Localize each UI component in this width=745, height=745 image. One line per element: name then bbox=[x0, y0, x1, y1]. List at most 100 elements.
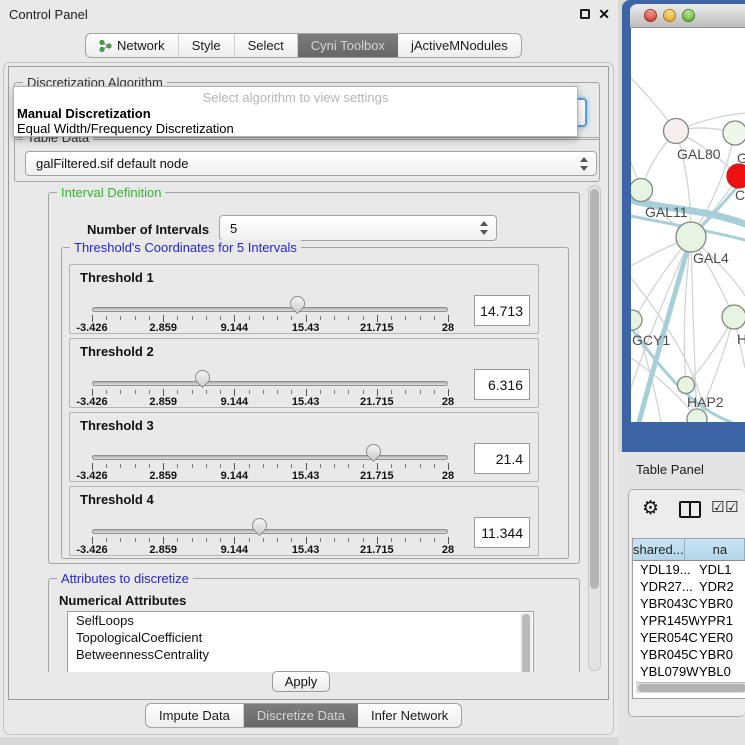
tab-cyni-toolbox[interactable]: Cyni Toolbox bbox=[298, 34, 398, 57]
cell-shared-name: YER054C bbox=[633, 630, 699, 645]
table-data-combo[interactable]: galFiltered.sif default node bbox=[25, 151, 597, 176]
table-row[interactable]: YBL079WYBL0 bbox=[633, 663, 745, 680]
threshold-row: Threshold 2 -3.4262.8599.14415.4321.7152… bbox=[69, 338, 539, 408]
zoom-traffic-light[interactable] bbox=[682, 9, 695, 22]
control-panel-titlebar: Control Panel ✕ bbox=[0, 0, 618, 28]
combo-spinner-icon bbox=[478, 221, 490, 235]
threshold-slider-track[interactable] bbox=[92, 529, 448, 534]
threshold-slider-track[interactable] bbox=[92, 307, 448, 312]
node-hap2[interactable] bbox=[678, 377, 695, 394]
cell-name: YBL0 bbox=[699, 664, 745, 679]
node-h[interactable] bbox=[722, 305, 745, 329]
node-label-partial-h: H bbox=[737, 331, 745, 347]
attribute-item[interactable]: TopologicalCoefficient bbox=[68, 629, 533, 646]
threshold-value-box[interactable]: 11.344 bbox=[474, 517, 530, 548]
threshold-slider-track[interactable] bbox=[92, 381, 448, 386]
table-hscrollbar-thumb[interactable] bbox=[638, 684, 745, 692]
column-header-name[interactable]: na bbox=[685, 539, 745, 560]
numerical-attributes-list[interactable]: SelfLoopsTopologicalCoefficientBetweenne… bbox=[67, 611, 534, 672]
node-top-right[interactable] bbox=[723, 121, 745, 145]
network-canvas[interactable]: GAL80 G C GAL11 GAL4 GCY1 H HAP2 bbox=[631, 28, 745, 422]
checkbox-icon[interactable]: ☑ bbox=[711, 498, 724, 516]
interval-definition-group: Interval Definition Number of Intervals … bbox=[48, 192, 580, 564]
threshold-slider-track[interactable] bbox=[92, 455, 448, 460]
table-panel: Table Panel ⚙ ☑ ☑ shared... na YDL19...Y… bbox=[618, 452, 745, 745]
table-row[interactable]: YER054CYER0 bbox=[633, 629, 745, 646]
network-window-titlebar bbox=[630, 4, 745, 28]
node-red[interactable] bbox=[727, 164, 745, 188]
node-gal80[interactable] bbox=[664, 119, 689, 144]
threshold-row: Threshold 3 -3.4262.8599.14415.4321.7152… bbox=[69, 412, 539, 482]
cell-shared-name: YBR043C bbox=[633, 596, 699, 611]
split-columns-icon[interactable] bbox=[679, 501, 701, 518]
settings-vertical-scrollbar[interactable] bbox=[588, 185, 601, 671]
tab-network-label: Network bbox=[117, 38, 165, 53]
tab-discretize-label: Discretize Data bbox=[257, 708, 345, 723]
threshold-row: Threshold 1 -3.4262.8599.14415.4321.7152… bbox=[69, 264, 539, 334]
float-window-icon[interactable] bbox=[580, 9, 590, 19]
attribute-item[interactable]: SelfLoops bbox=[68, 612, 533, 629]
cell-name: YDL1 bbox=[699, 562, 745, 577]
tab-discretize-data[interactable]: Discretize Data bbox=[244, 704, 358, 727]
gear-icon[interactable]: ⚙ bbox=[642, 497, 659, 519]
table-header-row: shared... na bbox=[633, 539, 745, 561]
number-of-intervals-combo[interactable]: 5 bbox=[219, 215, 497, 241]
popup-option-equal-width-frequency[interactable]: Equal Width/Frequency Discretization bbox=[17, 121, 234, 136]
threshold-value-box[interactable]: 21.4 bbox=[474, 443, 530, 474]
settings-scrollbar-thumb[interactable] bbox=[590, 189, 599, 589]
node-label-gcy1: GCY1 bbox=[632, 332, 670, 348]
threshold-label: Threshold 1 bbox=[80, 270, 154, 285]
column-header-shared-name[interactable]: shared... bbox=[633, 539, 685, 560]
node-gcy1[interactable] bbox=[631, 310, 642, 330]
algorithm-popup: Select algorithm to view settings Manual… bbox=[13, 86, 578, 137]
cell-shared-name: YIL052C bbox=[633, 698, 699, 699]
checkbox-icon[interactable]: ☑ bbox=[725, 498, 738, 516]
threshold-value-box[interactable]: 14.713 bbox=[474, 295, 530, 326]
node-gal4[interactable] bbox=[676, 222, 706, 252]
close-traffic-light[interactable] bbox=[644, 9, 657, 22]
threshold-value-box[interactable]: 6.316 bbox=[474, 369, 530, 400]
attributes-group: Attributes to discretize Numerical Attri… bbox=[48, 578, 580, 672]
attribute-item[interactable]: BetweennessCentrality bbox=[68, 646, 533, 663]
minimize-traffic-light[interactable] bbox=[663, 9, 676, 22]
node-table: shared... na YDL19...YDL1YDR27...YDR2YBR… bbox=[632, 538, 745, 699]
attributes-scrollbar[interactable] bbox=[520, 613, 532, 672]
tab-impute-data[interactable]: Impute Data bbox=[146, 704, 244, 727]
tab-infer-network[interactable]: Infer Network bbox=[358, 704, 461, 727]
table-row[interactable]: YPR145WYPR1 bbox=[633, 612, 745, 629]
table-row[interactable]: YBR043CYBR0 bbox=[633, 595, 745, 612]
node-label-hap2: HAP2 bbox=[687, 394, 724, 410]
slider-labels: -3.4262.8599.14415.4321.71528 bbox=[70, 322, 538, 334]
table-row[interactable]: YDR27...YDR2 bbox=[633, 578, 745, 595]
top-tabbar: Network Style Select Cyni Toolbox jActiv… bbox=[85, 33, 522, 58]
table-row[interactable]: YIL052CYIL0 bbox=[633, 697, 745, 699]
close-icon[interactable]: ✕ bbox=[598, 8, 610, 20]
table-data-group: Table Data galFiltered.sif default node bbox=[14, 137, 600, 182]
threshold-label: Threshold 3 bbox=[80, 418, 154, 433]
popup-option-manual-discretization[interactable]: Manual Discretization bbox=[17, 106, 151, 121]
cell-name: YPR1 bbox=[699, 613, 745, 628]
table-body: YDL19...YDL1YDR27...YDR2YBR043CYBR0YPR14… bbox=[633, 561, 745, 699]
tab-jactivemnodules[interactable]: jActiveMNodules bbox=[398, 34, 521, 57]
apply-button[interactable]: Apply bbox=[272, 671, 330, 692]
table-horizontal-scrollbar[interactable] bbox=[636, 682, 745, 693]
slider-labels: -3.4262.8599.14415.4321.71528 bbox=[70, 470, 538, 482]
tab-select[interactable]: Select bbox=[235, 34, 298, 57]
number-of-intervals-label: Number of Intervals bbox=[87, 222, 209, 237]
attributes-scrollbar-thumb[interactable] bbox=[522, 614, 530, 672]
thresholds-group-title: Threshold's Coordinates for 5 Intervals bbox=[70, 240, 301, 255]
table-data-combo-value: galFiltered.sif default node bbox=[36, 156, 188, 171]
node-gal11[interactable] bbox=[631, 179, 653, 202]
table-row[interactable]: YBR045CYBR0 bbox=[633, 646, 745, 663]
algorithm-popup-hint: Select algorithm to view settings bbox=[14, 90, 577, 105]
threshold-label: Threshold 4 bbox=[80, 492, 154, 507]
cell-shared-name: YBL079W bbox=[633, 664, 699, 679]
tab-style-label: Style bbox=[192, 38, 221, 53]
cell-name: YER0 bbox=[699, 630, 745, 645]
cell-name: YBR0 bbox=[699, 647, 745, 662]
tab-network[interactable]: Network bbox=[86, 34, 179, 57]
table-row[interactable]: YDL19...YDL1 bbox=[633, 561, 745, 578]
slider-labels: -3.4262.8599.14415.4321.71528 bbox=[70, 544, 538, 556]
interval-definition-group-title: Interval Definition bbox=[57, 185, 165, 200]
tab-style[interactable]: Style bbox=[179, 34, 235, 57]
